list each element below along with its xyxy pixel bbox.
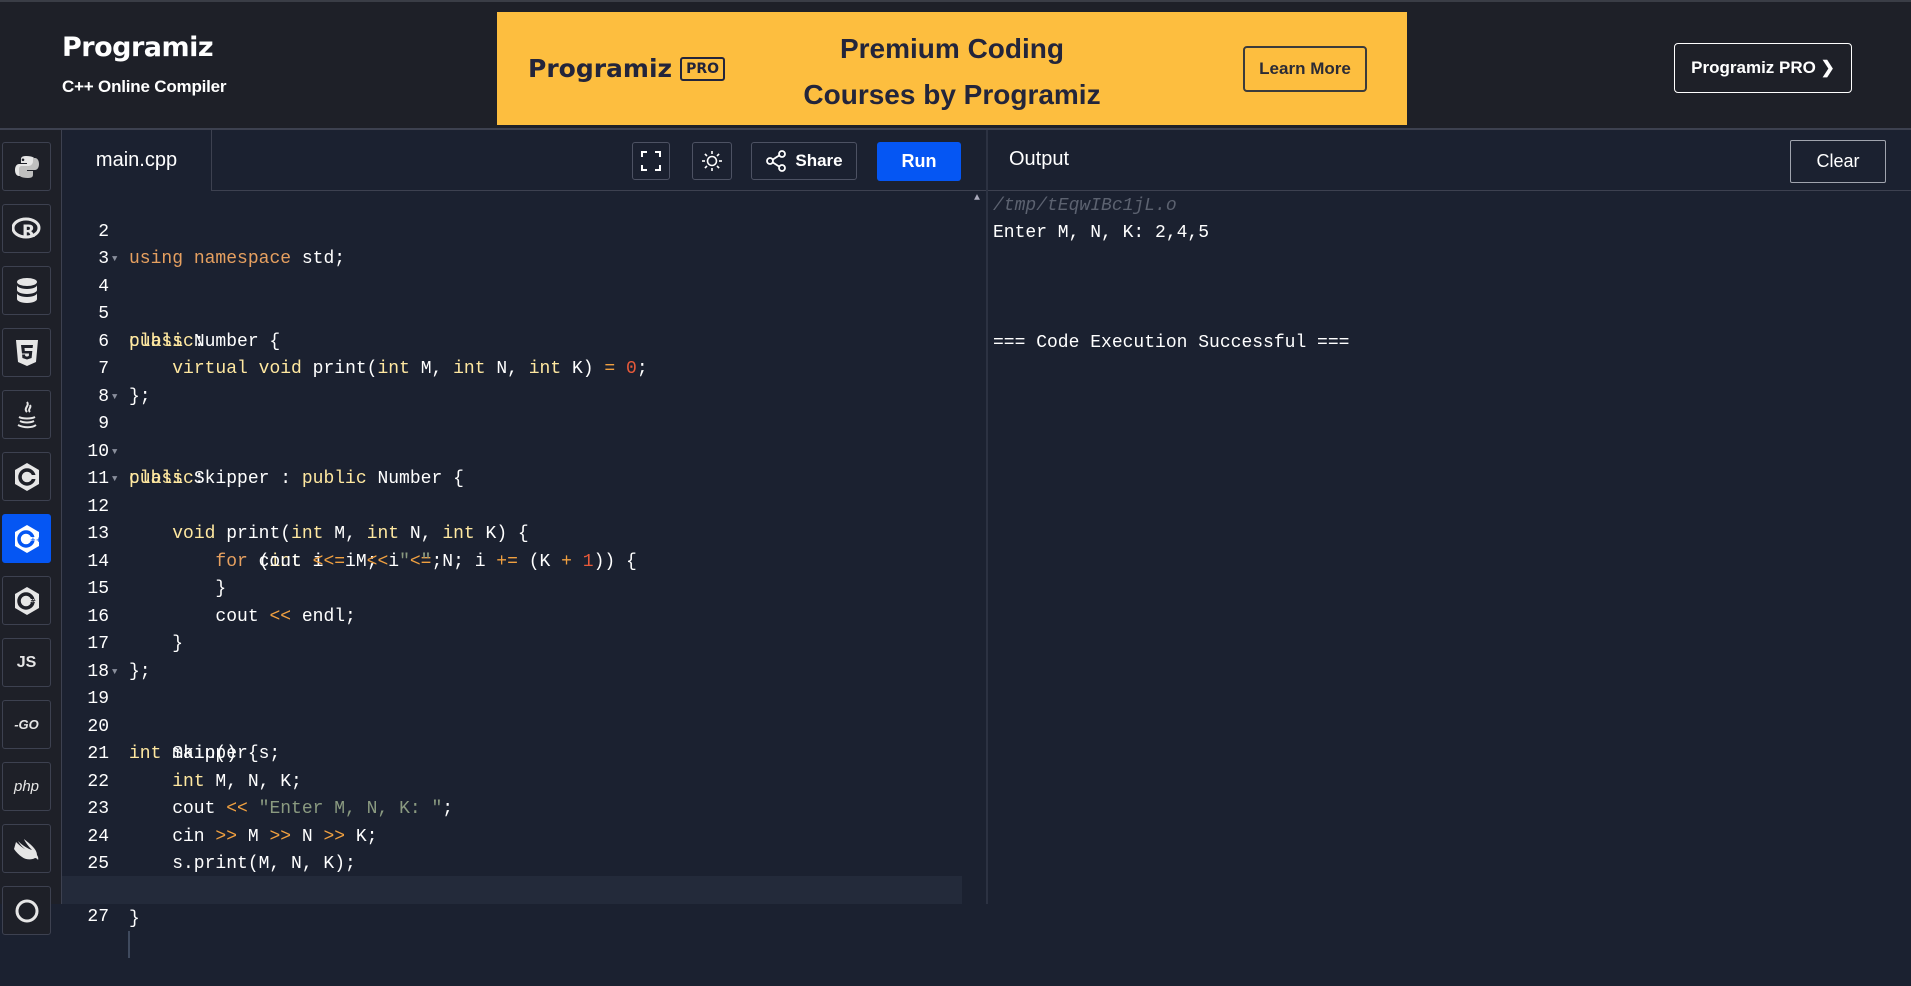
java-icon[interactable]: [2, 390, 51, 439]
code-line[interactable]: 15 cout << endl;: [62, 549, 962, 627]
code-line[interactable]: 10 public:: [62, 411, 962, 490]
fold-arrow-icon[interactable]: ▼: [112, 246, 117, 274]
share-icon: [766, 150, 787, 172]
code-line[interactable]: 25 return 0;: [62, 824, 962, 902]
fold-arrow-icon[interactable]: ▼: [112, 384, 117, 412]
top-header: Programiz C++ Online Compiler Programiz …: [0, 0, 1911, 130]
banner-pro-badge: PRO: [680, 56, 726, 81]
code-line[interactable]: 9 ▼ class Skipper : public Number {: [62, 384, 962, 490]
more-language-icon[interactable]: [2, 886, 51, 935]
programiz-logo[interactable]: Programiz: [62, 32, 226, 64]
code-line[interactable]: 4 ▼ class Number {: [62, 246, 962, 352]
brand[interactable]: Programiz C++ Online Compiler: [62, 32, 227, 97]
sun-icon: [702, 151, 722, 171]
fold-arrow-icon[interactable]: ▼: [112, 659, 117, 687]
fullscreen-icon: [641, 151, 661, 171]
banner-headline-line1: Premium Coding: [839, 33, 1064, 64]
code-line[interactable]: 11 ▼ void print(int M, int N, int K) {: [62, 439, 962, 545]
c-icon[interactable]: [2, 452, 51, 501]
js-icon-label: JS: [16, 653, 37, 671]
code-line[interactable]: 22 cout << "Enter M, N, K: ";: [62, 741, 962, 820]
code-line[interactable]: 18: [62, 631, 962, 682]
code-line[interactable]: 17 };: [62, 604, 962, 682]
go-icon[interactable]: -GO: [2, 700, 51, 749]
php-icon-label: php: [13, 778, 40, 795]
code-line[interactable]: 19 ▼ int main() {: [62, 659, 962, 765]
clear-button[interactable]: Clear: [1790, 140, 1886, 183]
output-toolbar: Output Clear: [988, 130, 1911, 191]
banner-headline-line2: Courses by Programiz: [803, 79, 1101, 110]
output-success-line: === Code Execution Successful ===: [993, 333, 1350, 353]
line-number: 27: [87, 906, 109, 927]
code-line[interactable]: 23 cin >> M >> N >> K;: [62, 769, 962, 847]
code-line[interactable]: 8: [62, 356, 962, 407]
svg-text:R: R: [22, 222, 35, 242]
code-line[interactable]: 2 using namespace std;: [62, 191, 962, 270]
scroll-up-icon[interactable]: ▲: [974, 193, 980, 204]
code-line[interactable]: 14 }: [62, 521, 962, 600]
promo-banner[interactable]: Programiz PRO Premium Coding Courses by …: [497, 12, 1407, 125]
code-line[interactable]: 3: [62, 219, 962, 269]
learn-more-button[interactable]: Learn More: [1243, 46, 1367, 92]
banner-headline: Premium Coding Courses by Programiz: [787, 26, 1117, 118]
csharp-icon[interactable]: #: [2, 576, 51, 625]
editor-toolbar: main.cpp Share Run: [62, 130, 986, 191]
fold-arrow-icon[interactable]: ▼: [112, 466, 117, 494]
text-cursor: [128, 931, 130, 958]
r-icon[interactable]: R: [2, 204, 51, 253]
output-title: Output: [1009, 148, 1070, 170]
go-icon-label: -GO: [14, 717, 39, 732]
code-line[interactable]: 16 }: [62, 576, 962, 655]
swift-icon[interactable]: [2, 824, 51, 873]
python-icon[interactable]: [2, 142, 51, 191]
output-path-line: /tmp/tEqwIBc1jL.o: [993, 196, 1177, 216]
programiz-pro-button[interactable]: Programiz PRO ❯: [1674, 43, 1852, 93]
code-text: }: [129, 909, 140, 929]
code-editor[interactable]: ▲ 2 using namespace std; 3 4 ▼ class Num…: [62, 191, 986, 958]
js-icon[interactable]: JS: [2, 638, 51, 687]
php-icon[interactable]: php: [2, 762, 51, 811]
share-button[interactable]: Share: [751, 142, 857, 180]
theme-toggle-button[interactable]: [692, 142, 732, 180]
code-line[interactable]: 21 int M, N, K;: [62, 714, 962, 792]
language-sidebar: R ++ # JS -GO php: [0, 130, 62, 935]
svg-text:#: #: [30, 598, 36, 606]
fullscreen-button[interactable]: [632, 142, 670, 180]
database-icon[interactable]: [2, 266, 51, 315]
code-line[interactable]: 20 Skipper s;: [62, 686, 962, 765]
cpp-icon[interactable]: ++: [2, 514, 51, 563]
fold-arrow-icon[interactable]: ▼: [112, 439, 117, 467]
code-line[interactable]: 12 ▼ for (int i = M; i <= N; i += (K + 1…: [62, 466, 962, 572]
code-line[interactable]: 26 }: [62, 851, 962, 930]
run-button[interactable]: Run: [877, 142, 961, 181]
banner-logo-text: Programiz: [528, 54, 673, 83]
output-console[interactable]: /tmp/tEqwIBc1jL.o Enter M, N, K: 2,4,5 =…: [988, 191, 1911, 904]
output-prompt-line: Enter M, N, K: 2,4,5: [993, 223, 1210, 243]
page-title: C++ Online Compiler: [62, 77, 227, 96]
code-line-current[interactable]: 27: [62, 876, 962, 958]
banner-logo: Programiz PRO: [528, 54, 726, 83]
share-label: Share: [795, 151, 843, 170]
code-line[interactable]: 24 s.print(M, N, K);: [62, 796, 962, 875]
code-line[interactable]: 6 virtual void print(int M, int N, int K…: [62, 301, 962, 380]
html5-icon[interactable]: [2, 328, 51, 377]
code-line[interactable]: 13 cout << i << " ";: [62, 494, 962, 572]
svg-text:++: ++: [30, 536, 41, 544]
code-line[interactable]: 7 };: [62, 329, 962, 407]
file-tab-main-cpp[interactable]: main.cpp: [62, 130, 212, 191]
code-line[interactable]: 5 public:: [62, 274, 962, 352]
